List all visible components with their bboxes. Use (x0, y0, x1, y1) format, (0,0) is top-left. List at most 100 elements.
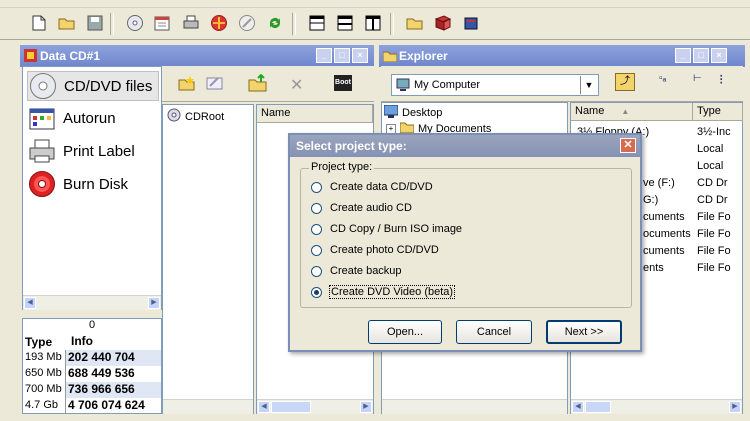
tree-item-desktop[interactable]: Desktop (383, 104, 443, 121)
new-folder-icon[interactable] (178, 75, 196, 94)
item-name[interactable]: ve (F:) (643, 177, 675, 189)
minimize-button[interactable]: _ (316, 48, 332, 63)
table-row[interactable]: 700 Mb 736 966 656 (23, 382, 161, 398)
sidebar-item-autorun[interactable]: Autorun (27, 104, 116, 132)
desktop-icon (383, 104, 399, 121)
tile-icon[interactable] (306, 12, 328, 34)
item-type: File Fo (697, 245, 731, 257)
panel-title: Data CD#1 (40, 49, 101, 63)
burn-icon[interactable] (208, 12, 230, 34)
sort-ascending-icon: ▲ (621, 107, 630, 116)
minimize-button[interactable]: _ (675, 48, 691, 63)
main-toolbar (0, 8, 750, 40)
radio-button[interactable] (311, 265, 322, 277)
cube-icon[interactable] (460, 12, 482, 34)
tree-hscrollbar[interactable] (163, 399, 253, 414)
option-photo-cd[interactable]: Create photo CD/DVD (311, 241, 439, 259)
item-name[interactable]: G:) (643, 194, 658, 206)
option-data-cd[interactable]: Create data CD/DVD (311, 178, 433, 196)
option-label: CD Copy / Burn ISO image (330, 223, 463, 235)
option-cd-copy[interactable]: CD Copy / Burn ISO image (311, 220, 462, 238)
project-tree: CDRoot (162, 104, 254, 414)
tree-item-label: CDRoot (185, 110, 225, 123)
table-row[interactable]: 650 Mb 688 449 536 (23, 366, 161, 382)
chevron-down-icon[interactable]: ▼ (580, 76, 597, 94)
row-type: 193 Mb (25, 351, 62, 363)
row-info: 736 966 656 (65, 382, 161, 398)
book-icon[interactable] (432, 12, 454, 34)
rename-icon[interactable] (206, 75, 224, 94)
sidebar-hscrollbar[interactable]: ◀ ▶ (23, 295, 161, 310)
close-button[interactable]: × (711, 48, 727, 63)
open-button[interactable]: Open... (368, 320, 442, 344)
column-header-name[interactable]: Name (257, 105, 373, 123)
radio-button[interactable] (311, 244, 322, 256)
sidebar-item-cd-dvd-files[interactable]: CD/DVD files (27, 71, 159, 101)
radio-button[interactable] (311, 223, 322, 235)
erase-icon[interactable] (236, 12, 258, 34)
table-row[interactable]: 193 Mb 202 440 704 (23, 350, 161, 366)
item-name[interactable]: cuments (643, 211, 685, 223)
size-counter: 0 (88, 319, 96, 331)
more-icon[interactable]: ⁝ (719, 71, 723, 88)
tree-view-icon[interactable]: ⊢ (693, 73, 702, 84)
item-type: CD Dr (697, 177, 728, 189)
computer-icon (396, 78, 410, 95)
boot-icon[interactable]: Boot (334, 75, 352, 91)
project-type-group: Project type: Create data CD/DVD Create … (300, 161, 632, 308)
radio-button[interactable] (311, 202, 322, 214)
add-files-icon[interactable] (248, 73, 268, 95)
option-dvd-video[interactable]: Create DVD Video (beta) (311, 283, 456, 301)
item-name[interactable]: ents (643, 262, 664, 274)
data-cd-icon (24, 49, 37, 65)
row-type: 650 Mb (25, 367, 62, 379)
table-row[interactable]: 4.7 Gb 4 706 074 624 (23, 398, 161, 414)
option-audio-cd[interactable]: Create audio CD (311, 199, 412, 217)
list-hscrollbar[interactable]: ◀ ▶ (571, 399, 742, 414)
item-type: Local (697, 160, 724, 172)
location-value: My Computer (414, 79, 481, 91)
item-name[interactable]: ocuments (643, 228, 691, 240)
list-view-icon[interactable]: ▫ₐ (659, 73, 666, 84)
next-button[interactable]: Next >> (546, 320, 622, 344)
tree-item-cdroot[interactable]: CDRoot (167, 108, 224, 125)
maximize-button[interactable]: □ (693, 48, 709, 63)
item-type: File Fo (697, 228, 731, 240)
column-header-type[interactable]: Type (693, 103, 743, 121)
delete-icon[interactable]: ✕ (290, 75, 303, 95)
new-icon[interactable] (28, 12, 50, 34)
cancel-button[interactable]: Cancel (456, 320, 532, 344)
col-type: Type (25, 335, 53, 349)
save-icon[interactable] (84, 12, 106, 34)
split-vertical-icon[interactable] (362, 12, 384, 34)
print-icon[interactable] (180, 12, 202, 34)
list-hscrollbar[interactable]: ◀ ▶ (257, 399, 373, 414)
close-button[interactable]: ✕ (620, 138, 636, 153)
split-horizontal-icon[interactable] (334, 12, 356, 34)
calendar-icon[interactable] (152, 12, 174, 34)
sidebar-item-label: CD/DVD files (64, 77, 153, 95)
sidebar-item-print-label[interactable]: Print Label (27, 137, 135, 165)
radio-button[interactable] (311, 286, 322, 298)
folder-icon[interactable] (404, 12, 426, 34)
column-header-name[interactable]: Name ▲ (571, 103, 693, 121)
item-type: Local (697, 143, 724, 155)
group-label: Project type: (309, 161, 375, 173)
up-folder-icon[interactable]: ⤴ (615, 73, 635, 91)
close-button[interactable]: × (352, 48, 368, 63)
item-type: File Fo (697, 211, 731, 223)
disc-icon[interactable] (124, 12, 146, 34)
item-name[interactable]: cuments (643, 245, 685, 257)
open-folder-icon[interactable] (56, 12, 78, 34)
refresh-icon[interactable] (264, 12, 286, 34)
radio-button[interactable] (311, 181, 322, 193)
maximize-button[interactable]: □ (334, 48, 350, 63)
tree-item-label: Desktop (402, 107, 443, 119)
tree-hscrollbar[interactable] (382, 399, 567, 414)
option-backup[interactable]: Create backup (311, 262, 402, 280)
expand-icon[interactable]: + (386, 123, 396, 134)
option-label: Create audio CD (330, 202, 412, 214)
option-label: Create data CD/DVD (330, 181, 433, 193)
sidebar-item-burn-disk[interactable]: Burn Disk (27, 170, 128, 198)
location-combo[interactable]: My Computer ▼ (391, 74, 599, 96)
